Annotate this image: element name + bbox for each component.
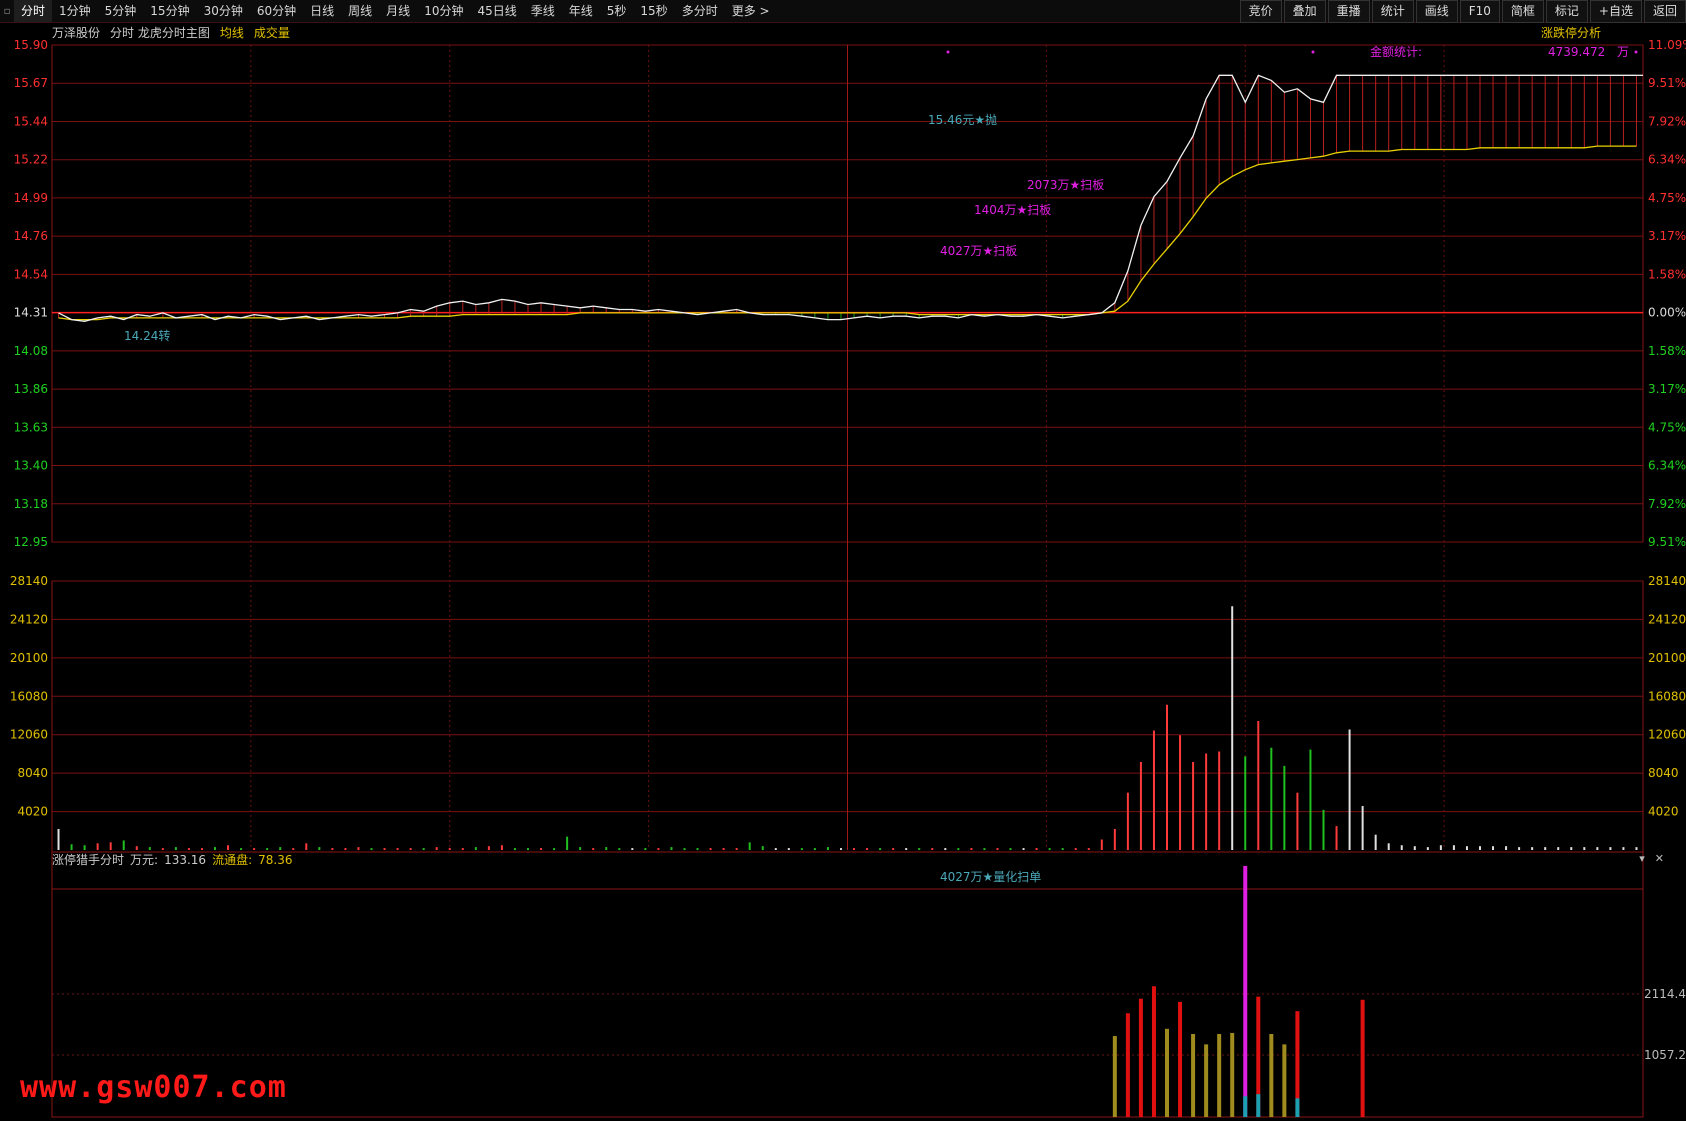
price-label-left: 13.86 [14, 382, 48, 396]
float-label: 流通盘: [212, 853, 253, 867]
indicator-bar [1178, 1001, 1183, 1117]
price-label-right: 3.17% [1648, 229, 1686, 243]
indicator-unit-value: 133.16 [164, 853, 207, 867]
volume-label-right: 8040 [1648, 766, 1679, 780]
marker-dot [946, 50, 950, 54]
marker-dot [1634, 50, 1638, 54]
price-lines [58, 50, 1643, 322]
watermark-text: www.gsw007.com [20, 1070, 287, 1105]
dropdown-icon[interactable]: ▾ [1639, 852, 1645, 865]
volume-label-left: 8040 [17, 766, 48, 780]
price-label-right: 7.92% [1648, 497, 1686, 511]
chart-grid [51, 44, 1644, 1118]
volume-label-left: 12060 [10, 728, 48, 742]
indicator-bar [1360, 999, 1365, 1117]
indicator-bar [1282, 1044, 1287, 1117]
chart-annotations: 15.46元★抛 14.24转 2073万★扫板 1404万★扫板 4027万★… [124, 44, 1686, 1062]
price-label-left: 14.08 [14, 344, 48, 358]
indicator-bar [1243, 865, 1248, 1117]
indicator-bar [1125, 1013, 1130, 1117]
price-label-left: 14.54 [14, 267, 48, 281]
indicator-bar [1138, 998, 1143, 1117]
close-icon[interactable]: ✕ [1655, 852, 1664, 865]
sweep-annotation-3: 4027万★扫板 [940, 244, 1017, 258]
marker-dot [1311, 50, 1315, 54]
price-label-left: 14.76 [14, 229, 48, 243]
price-label-right: 6.34% [1648, 459, 1686, 473]
amount-stat-value: 4739.472 [1548, 45, 1605, 59]
indicator-axis-label-1: 2114.47 [1644, 987, 1686, 1001]
price-label-right: 7.92% [1648, 114, 1686, 128]
volume-label-left: 20100 [10, 651, 48, 665]
price-label-left: 13.40 [14, 459, 48, 473]
price-label-right: 6.34% [1648, 153, 1686, 167]
indicator-bar [1151, 986, 1156, 1117]
amount-stat-unit: 万 [1617, 45, 1629, 59]
volume-label-left: 24120 [10, 612, 48, 626]
indicator-bar-small [1243, 1096, 1248, 1117]
volume-label-left: 28140 [10, 574, 48, 588]
volume-label-right: 4020 [1648, 805, 1679, 819]
indicator-bar [1165, 1028, 1170, 1117]
indicator-unit-label: 万元: [130, 853, 159, 867]
volume-label-right: 28140 [1648, 574, 1686, 588]
indicator-bar [1191, 1034, 1196, 1117]
sweep-annotation-1: 2073万★扫板 [1027, 178, 1104, 192]
indicator-name: 涨停猎手分时 [52, 853, 125, 867]
indicator-bar [1112, 1036, 1117, 1117]
support-annotation: 14.24转 [124, 328, 170, 343]
price-label-left: 13.18 [14, 497, 48, 511]
indicator-bar [1230, 1032, 1235, 1117]
price-label-right: 3.17% [1648, 382, 1686, 396]
price-label-left: 12.95 [14, 535, 48, 549]
indicator-controls: ▾ ✕ [1639, 852, 1664, 865]
indicator-axis-label-2: 1057.23 [1644, 1048, 1686, 1062]
indicator-bar [1269, 1034, 1274, 1117]
price-label-left: 14.99 [14, 191, 48, 205]
volume-label-right: 24120 [1648, 612, 1686, 626]
volume-label-right: 20100 [1648, 651, 1686, 665]
price-label-right: 4.75% [1648, 191, 1686, 205]
indicator-header: 涨停猎手分时 万元: 133.16 流通盘: 78.36 [52, 852, 292, 868]
volume-label-right: 16080 [1648, 689, 1686, 703]
price-label-right: 4.75% [1648, 420, 1686, 434]
price-label-right: 0.00% [1648, 306, 1686, 320]
price-label-left: 15.22 [14, 153, 48, 167]
price-label-left: 15.67 [14, 76, 48, 90]
indicator-bars [1112, 865, 1365, 1117]
indicator-bar [1204, 1044, 1209, 1117]
indicator-bar [1217, 1034, 1222, 1117]
sell-annotation: 15.46元★抛 [928, 112, 997, 127]
volume-label-left: 4020 [17, 805, 48, 819]
price-label-right: 9.51% [1648, 76, 1686, 90]
price-label-left: 13.63 [14, 420, 48, 434]
price-label-right: 1.58% [1648, 344, 1686, 358]
price-label-right: 11.09% [1648, 38, 1686, 52]
quant-annotation: 4027万★量化扫单 [940, 870, 1041, 884]
indicator-bar-small [1295, 1098, 1300, 1117]
price-label-left: 15.44 [14, 114, 48, 128]
price-label-left: 14.31 [14, 306, 48, 320]
amount-stat-label: 金额统计: [1370, 44, 1422, 59]
indicator-pane-frame [51, 851, 1644, 1118]
float-value: 78.36 [258, 853, 293, 867]
volume-label-left: 16080 [10, 689, 48, 703]
indicator-bar-small [1256, 1094, 1261, 1117]
intraday-chart[interactable]: 15.90 11.09% 15.67 9.51% 15.44 7.92% 15.22 6.34… [0, 0, 1686, 1121]
price-label-right: 1.58% [1648, 267, 1686, 281]
volume-label-right: 12060 [1648, 728, 1686, 742]
price-label-right: 9.51% [1648, 535, 1686, 549]
price-label-left: 15.90 [14, 38, 48, 52]
sweep-annotation-2: 1404万★扫板 [974, 203, 1051, 217]
